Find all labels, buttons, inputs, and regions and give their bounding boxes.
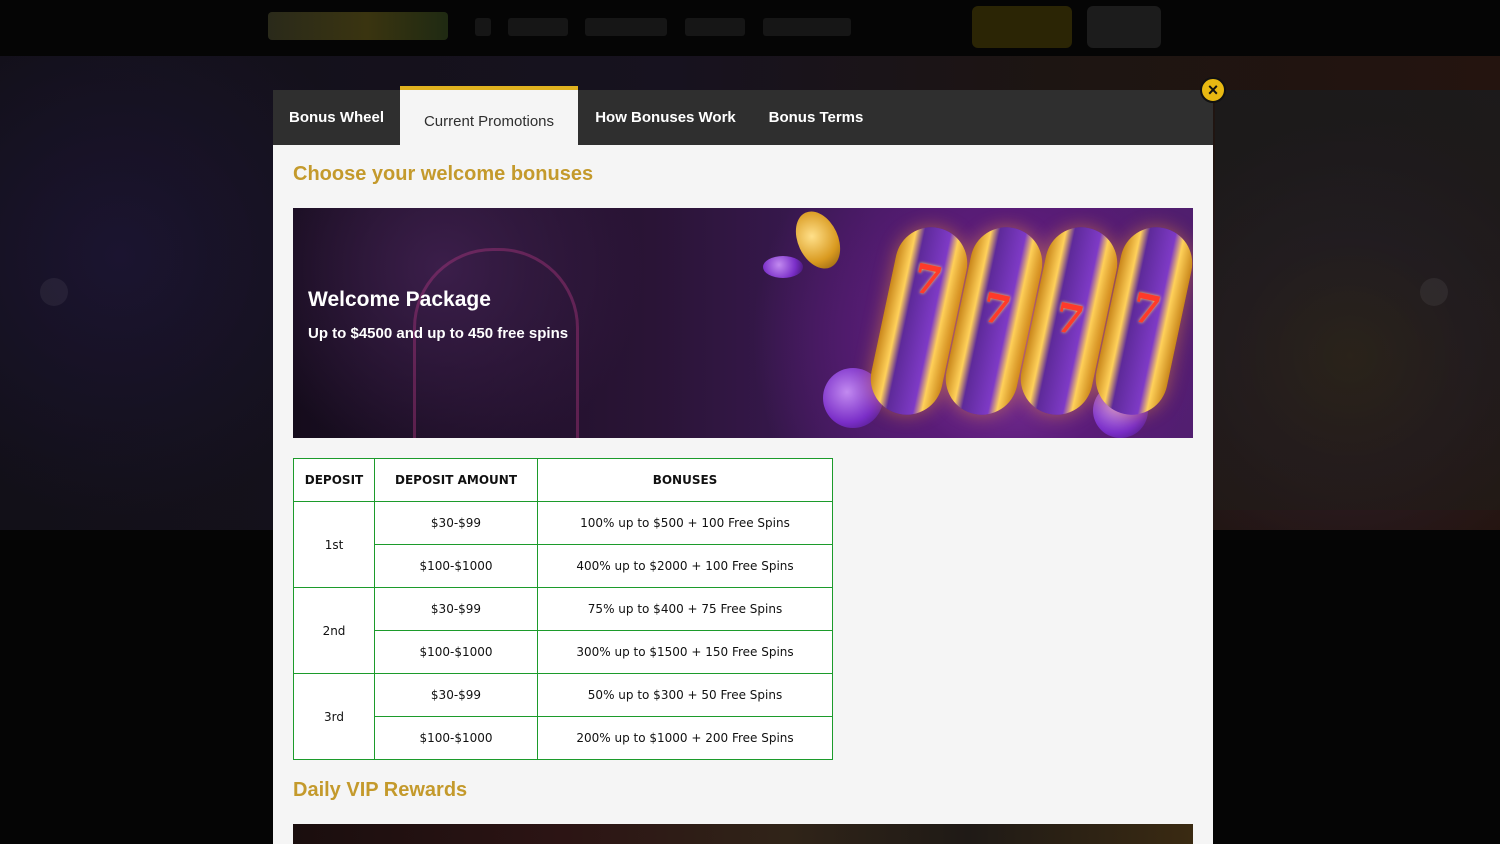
deposit-amount: $30-$99 (374, 673, 538, 717)
vip-rewards-banner (293, 824, 1193, 844)
deposit-amount: $30-$99 (374, 501, 538, 545)
welcome-bonus-heading: Choose your welcome bonuses (293, 163, 594, 185)
header-bonuses: BONUSES (537, 458, 833, 502)
bonus-offer: 50% up to $300 + 50 Free Spins (537, 673, 833, 717)
background-nav-item (585, 18, 667, 36)
tab-current-promotions[interactable]: Current Promotions (400, 86, 578, 154)
deposit-number: 3rd (293, 673, 375, 760)
bonus-offer: 75% up to $400 + 75 Free Spins (537, 587, 833, 631)
welcome-bonus-table: DEPOSIT DEPOSIT AMOUNT BONUSES 1st $30-$… (293, 458, 833, 760)
table-header-row: DEPOSIT DEPOSIT AMOUNT BONUSES (293, 458, 833, 502)
table-row: 3rd $30-$99 50% up to $300 + 50 Free Spi… (293, 673, 833, 760)
table-row: $100-$1000 300% up to $1500 + 150 Free S… (294, 630, 833, 674)
tab-bonus-wheel[interactable]: Bonus Wheel (273, 90, 400, 145)
background-signup-button (972, 6, 1072, 48)
deposit-amount: $100-$1000 (374, 630, 538, 674)
background-nav-item (508, 18, 568, 36)
tab-bonus-terms[interactable]: Bonus Terms (753, 90, 879, 145)
table-row: $100-$1000 200% up to $1000 + 200 Free S… (294, 716, 833, 760)
background-site-logo (268, 12, 448, 40)
bonus-offer: 100% up to $500 + 100 Free Spins (537, 501, 833, 545)
header-deposit: DEPOSIT (293, 458, 375, 502)
deposit-amount: $100-$1000 (374, 716, 538, 760)
deposit-amount: $30-$99 (374, 587, 538, 631)
bonus-offer: 200% up to $1000 + 200 Free Spins (537, 716, 833, 760)
background-slider-next-icon (1420, 278, 1448, 306)
deposit-number: 1st (293, 501, 375, 588)
banner-subtitle: Up to $4500 and up to 450 free spins (308, 325, 569, 342)
table-row: 1st $30-$99 100% up to $500 + 100 Free S… (293, 501, 833, 588)
promotions-modal: Bonus Wheel Current Promotions How Bonus… (273, 77, 1226, 844)
tab-how-bonuses-work[interactable]: How Bonuses Work (578, 90, 753, 145)
modal-tab-bar: Bonus Wheel Current Promotions How Bonus… (273, 86, 1213, 154)
banner-title: Welcome Package (308, 288, 491, 311)
bonus-offer: 300% up to $1500 + 150 Free Spins (537, 630, 833, 674)
background-slider-prev-icon (40, 278, 68, 306)
table-row: $100-$1000 400% up to $2000 + 100 Free S… (294, 544, 833, 588)
welcome-package-banner: 7 7 7 7 Welcome Package Up to $4500 and … (293, 208, 1193, 438)
deposit-number: 2nd (293, 587, 375, 674)
header-deposit-amount: DEPOSIT AMOUNT (374, 458, 538, 502)
background-home-icon (475, 18, 491, 36)
vip-rewards-heading: Daily VIP Rewards (293, 779, 468, 801)
background-nav-item (685, 18, 745, 36)
background-site-header (0, 0, 1500, 56)
table-row: 2nd $30-$99 75% up to $400 + 75 Free Spi… (293, 587, 833, 674)
purple-chip-icon (763, 256, 803, 278)
background-nav-item (763, 18, 851, 36)
slot-machine-backdrop (413, 248, 579, 438)
background-bonus-wheel (1215, 90, 1500, 510)
close-icon[interactable]: × (1200, 77, 1226, 103)
background-login-button (1087, 6, 1161, 48)
bonus-offer: 400% up to $2000 + 100 Free Spins (537, 544, 833, 588)
deposit-amount: $100-$1000 (374, 544, 538, 588)
